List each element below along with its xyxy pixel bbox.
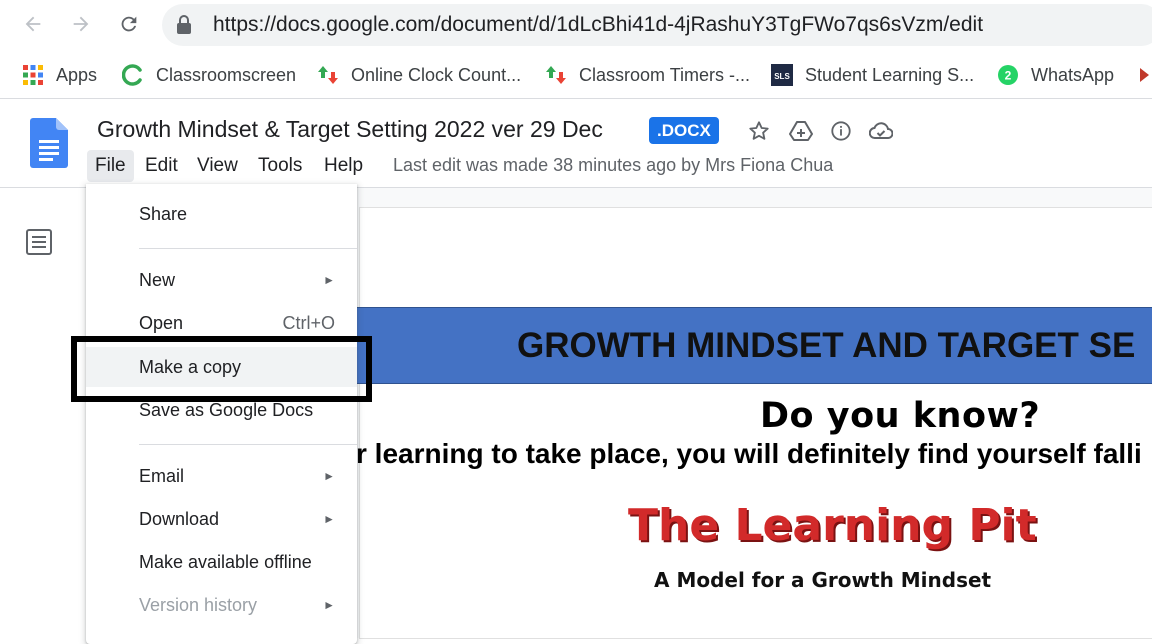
browser-toolbar: https://docs.google.com/document/d/1dLcB… xyxy=(0,0,1152,50)
submenu-arrow-icon: ► xyxy=(323,273,335,287)
bookmarks-bar: Apps Classroomscreen Online Clock Count.… xyxy=(0,52,1152,99)
document-outline-icon[interactable] xyxy=(24,227,54,257)
menu-help[interactable]: Help xyxy=(316,150,371,182)
up-down-arrows-icon xyxy=(545,64,567,86)
menu-item-label: Save as Google Docs xyxy=(139,400,314,420)
info-icon[interactable] xyxy=(828,118,854,144)
bookmark-classroom-timers[interactable]: Classroom Timers -... xyxy=(545,60,750,90)
menu-item-label: Make available offline xyxy=(139,552,312,572)
bookmark-apps[interactable]: Apps xyxy=(22,60,97,90)
docx-badge: .DOCX xyxy=(649,117,719,144)
learning-pit-title: The Learning Pit xyxy=(628,500,1037,551)
classroomscreen-icon xyxy=(122,64,144,86)
reload-button[interactable] xyxy=(114,9,144,39)
bookmark-label: Classroom Timers -... xyxy=(579,64,751,85)
bookmark-label: Classroomscreen xyxy=(156,64,297,85)
menu-divider xyxy=(139,444,357,445)
back-button[interactable] xyxy=(18,9,48,39)
body-text-line: r learning to take place, you will defin… xyxy=(356,438,1142,469)
banner-heading: GROWTH MINDSET AND TARGET SE xyxy=(517,326,1136,365)
file-menu-make-available-offline[interactable]: Make available offline xyxy=(86,542,357,582)
back-arrow-icon xyxy=(25,16,41,32)
url-text: https://docs.google.com/document/d/1dLcB… xyxy=(213,13,984,36)
highlight-annotation-box xyxy=(71,336,372,402)
bookmark-online-clock[interactable]: Online Clock Count... xyxy=(317,60,521,90)
whatsapp-icon: 2 xyxy=(997,64,1019,86)
last-edit-status[interactable]: Last edit was made 38 minutes ago by Mrs… xyxy=(393,155,833,176)
submenu-arrow-icon: ► xyxy=(323,469,335,483)
move-to-drive-icon[interactable] xyxy=(788,118,814,144)
bookmark-label: Apps xyxy=(56,64,98,85)
file-menu-download[interactable]: Download ► xyxy=(86,499,357,539)
menu-item-label: Share xyxy=(139,204,188,224)
lock-icon xyxy=(177,15,191,34)
bookmark-icon xyxy=(1138,64,1152,86)
bookmark-overflow[interactable] xyxy=(1138,60,1152,90)
bookmark-classroomscreen[interactable]: Classroomscreen xyxy=(122,60,296,90)
file-menu-new[interactable]: New ► xyxy=(86,260,357,300)
menu-item-label: New xyxy=(139,270,176,290)
menu-item-label: Email xyxy=(139,466,185,486)
menu-edit[interactable]: Edit xyxy=(137,150,186,182)
do-you-know-heading: Do you know? xyxy=(760,396,1041,436)
star-icon[interactable] xyxy=(746,118,772,144)
submenu-arrow-icon: ► xyxy=(323,512,335,526)
address-bar[interactable]: https://docs.google.com/document/d/1dLcB… xyxy=(162,4,1152,46)
menu-view[interactable]: View xyxy=(189,150,246,182)
apps-grid-icon xyxy=(22,64,44,86)
bookmark-label: WhatsApp xyxy=(1031,64,1115,85)
menu-item-label: Download xyxy=(139,509,220,529)
learning-pit-subtitle: A Model for a Growth Mindset xyxy=(654,568,992,592)
file-menu-version-history[interactable]: Version history ► xyxy=(86,585,357,625)
file-menu-share[interactable]: Share xyxy=(86,194,357,234)
menu-file[interactable]: File xyxy=(87,150,134,182)
document-title[interactable]: Growth Mindset & Target Setting 2022 ver… xyxy=(97,116,603,143)
menu-tools[interactable]: Tools xyxy=(250,150,310,182)
file-menu-email[interactable]: Email ► xyxy=(86,456,357,496)
reload-icon xyxy=(121,16,137,32)
sls-icon: SLS xyxy=(771,64,793,86)
docs-logo-icon[interactable] xyxy=(30,118,68,173)
up-down-arrows-icon xyxy=(317,64,339,86)
shortcut-hint: Ctrl+O xyxy=(282,313,335,333)
bookmark-whatsapp[interactable]: 2 WhatsApp xyxy=(997,60,1114,90)
svg-text:2: 2 xyxy=(1005,69,1012,83)
menu-divider xyxy=(139,248,357,249)
bookmark-label: Student Learning S... xyxy=(805,64,975,85)
svg-text:SLS: SLS xyxy=(774,72,790,81)
forward-button[interactable] xyxy=(66,9,96,39)
file-menu-dropdown: Share New ► Open Ctrl+O Make a copy Save… xyxy=(86,184,357,644)
cloud-status-icon[interactable] xyxy=(868,118,894,144)
bookmark-label: Online Clock Count... xyxy=(351,64,522,85)
submenu-arrow-icon: ► xyxy=(323,598,335,612)
menu-item-label: Version history xyxy=(139,595,258,615)
forward-arrow-icon xyxy=(73,16,89,32)
menu-item-label: Open xyxy=(139,313,184,333)
bookmark-sls[interactable]: SLS Student Learning S... xyxy=(771,60,974,90)
